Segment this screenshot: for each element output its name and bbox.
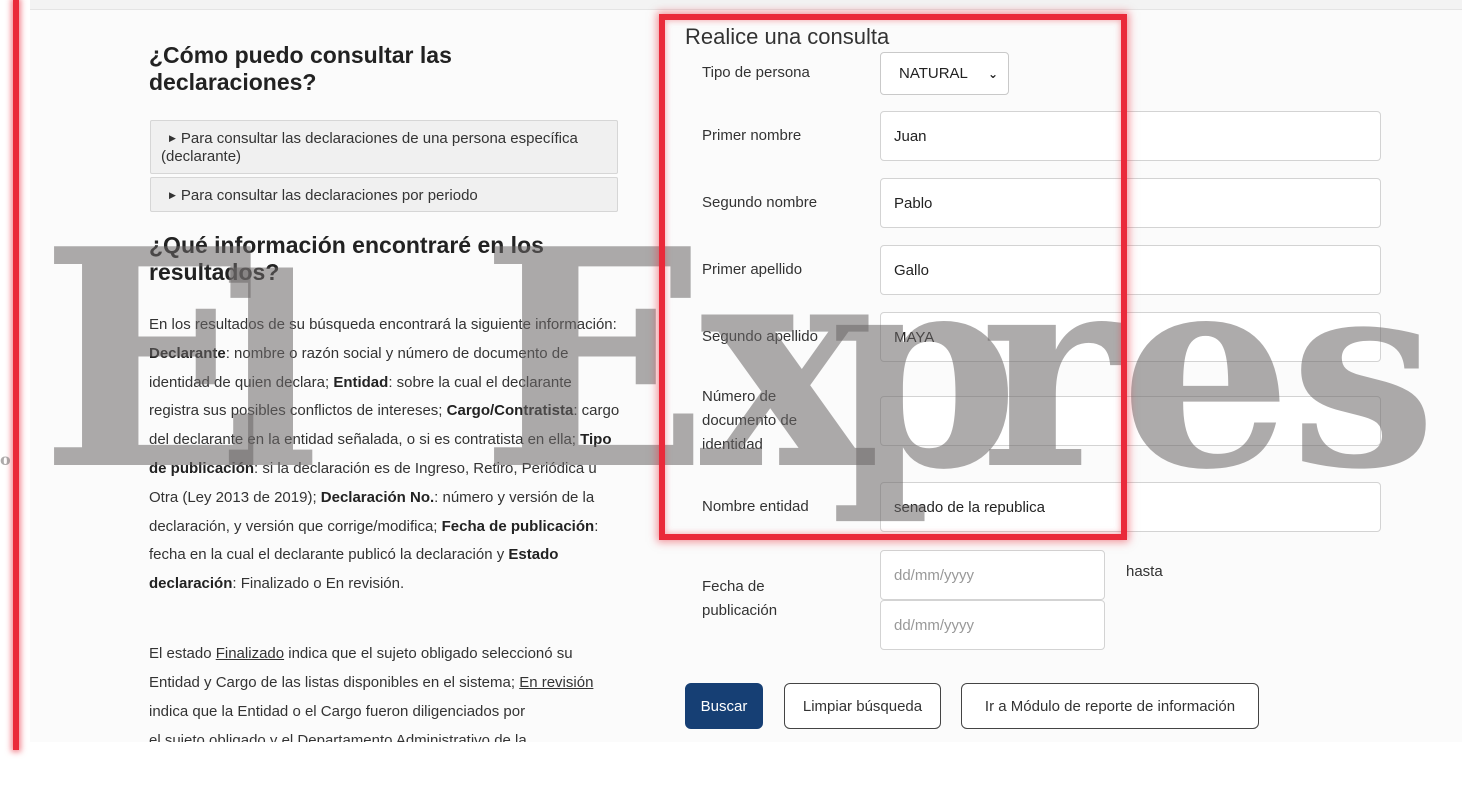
primer-nombre-input[interactable]: Juan	[880, 111, 1381, 161]
results-description-run: Declarante	[149, 344, 226, 362]
numero-documento-input[interactable]	[880, 396, 1381, 446]
accordion-specific-person[interactable]: ▶ Para consultar las declaraciones de una…	[150, 120, 618, 174]
status-description-run: El estado	[149, 645, 216, 662]
heading-results-info: ¿Qué información encontraré en los resul…	[149, 232, 544, 285]
label-segundo-nombre: Segundo nombre	[702, 194, 818, 211]
date-range-separator: hasta	[1126, 563, 1163, 580]
label-tipo-persona: Tipo de persona	[702, 64, 810, 81]
primer-apellido-input[interactable]: Gallo	[880, 245, 1381, 295]
search-button[interactable]: Buscar	[685, 683, 763, 729]
fecha-desde-input[interactable]: dd/mm/yyyy	[880, 550, 1105, 600]
results-description-run: Declaración No.	[320, 488, 435, 506]
form-title: Realice una consulta	[685, 24, 890, 49]
accordion-label: Para consultar las declaraciones de una …	[161, 130, 578, 165]
label-segundo-apellido: Segundo apellido	[702, 328, 818, 345]
status-description-run: En revisión	[519, 673, 594, 691]
heading-how-to-consult: ¿Cómo puedo consultar las declaraciones?	[149, 42, 452, 95]
label-numero-documento: Número de documento de identidad	[702, 388, 798, 453]
results-description-run: Entidad	[333, 373, 389, 391]
label-primer-nombre: Primer nombre	[702, 127, 802, 144]
nombre-entidad-input[interactable]: senado de la republica	[880, 482, 1381, 532]
report-module-button[interactable]: Ir a Módulo de reporte de información	[961, 683, 1259, 729]
top-strip	[30, 0, 1462, 10]
results-description-run: : Finalizado o En revisión.	[232, 575, 405, 593]
tipo-persona-select[interactable]: NATURAL ⌄	[880, 52, 1009, 95]
clear-search-button[interactable]: Limpiar búsqueda	[784, 683, 941, 729]
accordion-by-period[interactable]: ▶ Para consultar las declaraciones por pe…	[150, 177, 618, 212]
segundo-apellido-input[interactable]: MAYA	[880, 312, 1381, 362]
status-description: El estado Finalizado indica que el sujet…	[149, 640, 621, 726]
label-nombre-entidad: Nombre entidad	[702, 498, 809, 515]
results-description: En los resultados de su búsqueda encontr…	[149, 311, 621, 599]
chevron-down-icon: ⌄	[987, 66, 998, 81]
status-description-cutoff: el sujeto obligado y el Departamento Adm…	[149, 732, 527, 742]
label-fecha-publicacion: Fecha de publicación	[702, 578, 778, 619]
results-description-run: Fecha de publicación	[441, 517, 595, 535]
status-description-run: indica que la Entidad o el Cargo fueron …	[149, 702, 526, 720]
segundo-nombre-input[interactable]: Pablo	[880, 178, 1381, 228]
caret-right-icon: ▶	[169, 133, 176, 143]
tipo-persona-value: NATURAL	[899, 65, 968, 82]
results-description-run: Cargo/Contratista	[446, 402, 574, 420]
bottom-strip	[0, 748, 1475, 800]
caret-right-icon: ▶	[169, 190, 176, 200]
status-description-run: Finalizado	[215, 645, 285, 662]
label-primer-apellido: Primer apellido	[702, 261, 803, 278]
watermark-letter: o	[0, 450, 11, 469]
red-annotation-line	[13, 0, 19, 750]
accordion-label: Para consultar las declaraciones por per…	[180, 187, 478, 204]
fecha-hasta-input[interactable]: dd/mm/yyyy	[880, 600, 1105, 650]
results-description-run: En los resultados de su búsqueda encontr…	[149, 316, 617, 333]
